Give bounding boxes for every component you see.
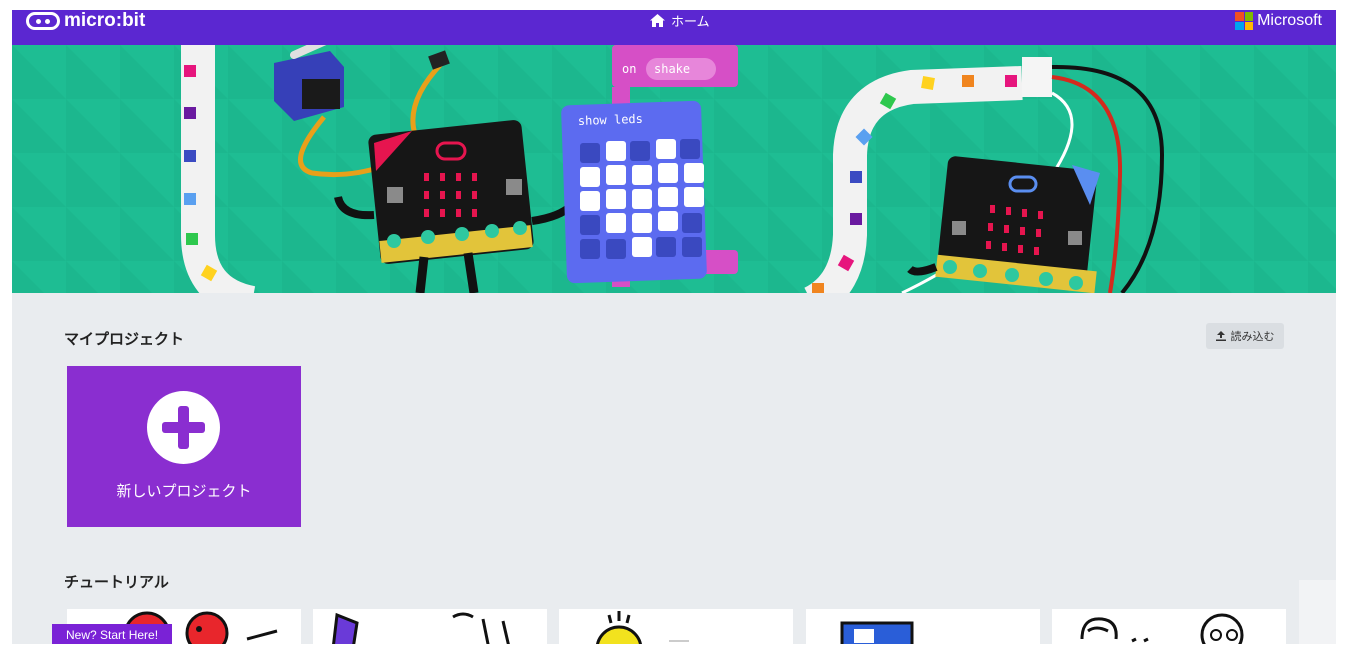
show-leds-text: show leds (578, 112, 643, 128)
carousel-edge (1299, 580, 1336, 644)
upload-icon (1215, 331, 1226, 341)
code-block-on-text: on (622, 62, 636, 76)
brand-name: micro:bit (64, 10, 146, 31)
home-link[interactable]: ホーム (650, 10, 710, 30)
app-frame: micro:bit ホーム Microsoft on shake show le… (12, 10, 1336, 644)
start-here-badge: New? Start Here! (52, 624, 173, 644)
hero-banner: on shake show leds (12, 45, 1336, 293)
tutorial-card[interactable] (313, 609, 547, 644)
tutorial-card[interactable] (806, 609, 1040, 644)
tutorial-card[interactable] (559, 609, 793, 644)
microsoft-label: Microsoft (1257, 12, 1322, 29)
brand-link[interactable]: micro:bit (26, 10, 145, 32)
home-icon (650, 13, 665, 27)
tutorial-thumbnail (332, 612, 510, 644)
tutorials-title: チュートリアル (64, 573, 169, 591)
tutorial-card[interactable] (1052, 609, 1286, 644)
my-projects-title: マイプロジェクト (64, 330, 185, 348)
plus-icon (147, 391, 220, 464)
code-block-show-leds: show leds (561, 100, 707, 284)
home-label: ホーム (671, 14, 710, 30)
import-button[interactable]: 読み込む (1206, 323, 1284, 349)
new-project-label: 新しいプロジェクト (116, 482, 252, 500)
tutorial-thumbnail (596, 611, 689, 644)
hero-illustration: on shake show leds (12, 45, 1336, 293)
microbit-logo-icon (26, 12, 60, 30)
tutorial-thumbnail (840, 621, 914, 644)
new-project-card[interactable]: 新しいプロジェクト (67, 366, 301, 527)
microsoft-logo-icon (1235, 12, 1254, 30)
microsoft-link[interactable]: Microsoft (1235, 10, 1322, 32)
top-bar: micro:bit ホーム Microsoft (12, 10, 1336, 45)
import-label: 読み込む (1230, 330, 1275, 343)
code-block-event-text: shake (654, 62, 690, 76)
tutorial-thumbnail (1080, 613, 1244, 644)
